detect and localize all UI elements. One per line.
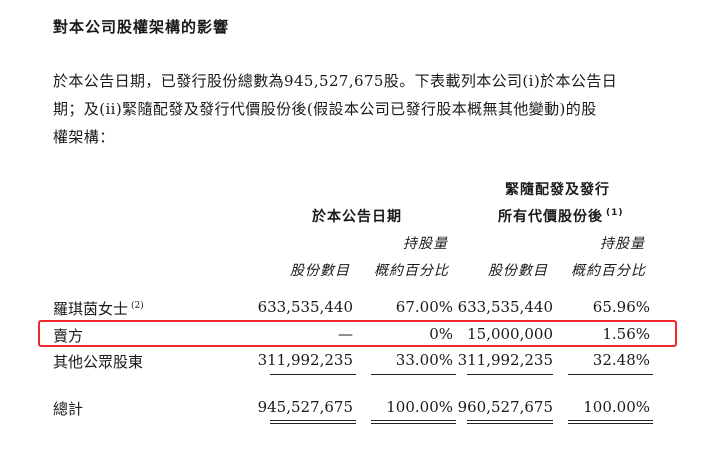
total-double-rule-top: [467, 420, 553, 421]
note-ref-1: (1): [606, 208, 624, 219]
paragraph-line-2: 期；及(ii)緊隨配發及發行代價股份後(假設本公司已發行股本概無其他變動)的股: [53, 100, 597, 118]
group-header-after-line1: 緊隨配發及發行: [505, 182, 610, 198]
col-header-shares-now: 股份數目: [290, 263, 350, 279]
col-header-percent-after: 概約百分比: [571, 263, 646, 279]
shares-after-cell: 633,535,440: [457, 298, 553, 316]
table-row: 其他公眾股東 311,992,235 33.00% 311,992,235 32…: [53, 351, 653, 371]
group-header-announcement-date: 於本公告日期: [312, 209, 402, 225]
total-percent-after: 100.00%: [583, 398, 650, 416]
total-double-rule-bottom: [270, 423, 356, 424]
total-double-rule-top: [270, 420, 356, 421]
percent-now-cell: 67.00%: [395, 298, 453, 316]
highlight-box: [38, 320, 677, 347]
paragraph-line-1: 於本公告日期，已發行股份總數為945,527,675股。下表載列本公司(i)於本…: [53, 72, 618, 90]
total-shares-now: 945,527,675: [257, 398, 353, 416]
total-double-rule-top: [371, 420, 456, 421]
shares-now-cell: 633,535,440: [257, 298, 353, 316]
percent-after-cell: 32.48%: [592, 351, 650, 369]
total-double-rule-bottom: [568, 423, 653, 424]
paragraph-line-3: 權架構：: [53, 128, 115, 146]
total-shares-after: 960,527,675: [457, 398, 553, 416]
row-label: 其他公眾股東: [53, 353, 144, 371]
total-double-rule-bottom: [467, 423, 553, 424]
col-header-holding-now: 持股量: [403, 236, 448, 252]
row-label-text: 羅琪茵女士: [53, 300, 129, 318]
total-label: 總計: [53, 400, 84, 418]
shares-after-cell: 311,992,235: [457, 351, 553, 369]
col-header-percent-now: 概約百分比: [374, 263, 449, 279]
subtotal-rule: [568, 374, 653, 375]
total-percent-now: 100.00%: [386, 398, 453, 416]
group-header-after-line2-text: 所有代價股份後: [498, 209, 603, 225]
total-double-rule-top: [568, 420, 653, 421]
table-row: 羅琪茵女士 (2) 633,535,440 67.00% 633,535,440 …: [53, 298, 653, 318]
percent-after-cell: 65.96%: [592, 298, 650, 316]
col-header-holding-after: 持股量: [600, 236, 645, 252]
subtotal-rule: [371, 374, 456, 375]
note-ref-2: (2): [131, 301, 144, 311]
percent-now-cell: 33.00%: [395, 351, 453, 369]
subtotal-rule: [467, 374, 553, 375]
row-label: 羅琪茵女士 (2): [53, 298, 144, 319]
section-heading: 對本公司股權架構的影響: [53, 18, 230, 36]
col-header-shares-after: 股份數目: [488, 263, 548, 279]
total-double-rule-bottom: [371, 423, 456, 424]
group-header-after-line2: 所有代價股份後 (1): [498, 206, 624, 226]
table-row-total: 總計 945,527,675 100.00% 960,527,675 100.0…: [53, 398, 653, 418]
subtotal-rule: [270, 374, 356, 375]
shares-now-cell: 311,992,235: [257, 351, 353, 369]
